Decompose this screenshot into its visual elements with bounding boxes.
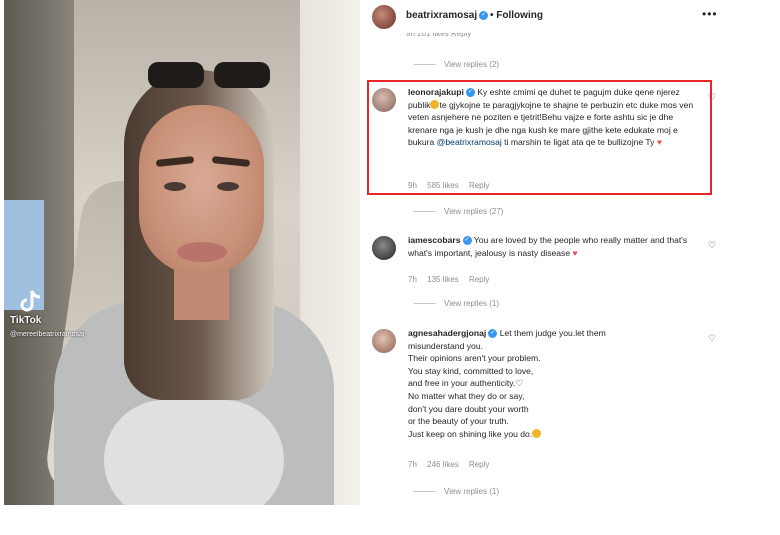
avatar[interactable] [372,5,396,29]
tiktok-icon [20,290,41,312]
comment-line: You stay kind, committed to love, [408,365,534,376]
more-icon[interactable]: ••• [702,7,718,21]
comment-line: Just keep on shining like you do. [408,428,533,439]
comment-line: or the beauty of your truth. [408,416,509,427]
header-username[interactable]: beatrixramosaj [406,10,477,21]
person-knee [104,400,284,505]
header-username-link[interactable]: beatrixramosaj ✓ [406,10,489,21]
comment-username[interactable]: agnesahadergjonaj [408,328,486,338]
left-eye [164,182,186,191]
reply-button[interactable]: Reply [469,460,489,469]
tiktok-watermark: TikTok [10,315,42,326]
highlight-box [367,80,712,195]
view-replies-button[interactable]: View replies (27) [414,207,503,216]
comment-line: don't you dare doubt your worth [408,403,529,414]
like-heart-icon[interactable]: ♡ [708,240,716,251]
verified-icon: ✓ [479,10,489,20]
person-lips [177,242,227,262]
avatar[interactable] [372,236,396,260]
comment-meta: 7h 135 likes Reply [408,275,497,284]
view-replies-button[interactable]: View replies (1) [414,487,499,496]
comment-line: No matter what they do or say, [408,390,525,401]
comment-line: Their opinions aren't your problem. [408,353,541,364]
view-replies-button[interactable]: View replies (2) [414,60,499,69]
video-frame[interactable]: TikTok @mereelbeatrixramosaj [4,0,360,505]
white-heart-emoji-icon: ♡ [515,378,524,389]
avatar[interactable] [372,329,396,353]
comments-panel: beatrixramosaj ✓ • Following ••• 9h 201 l… [362,0,727,505]
view-replies-button[interactable]: View replies (1) [414,299,499,308]
comment-text: agnesahadergjonaj ✓ Let them judge you.le… [408,327,698,440]
tiktok-handle: @mereelbeatrixramosaj [10,331,85,338]
comment-line: Let them judge you.let them [499,328,606,338]
comment-line: misunderstand you. [408,340,483,351]
comment-line: and free in your authenticity. [408,378,516,389]
verified-icon: ✓ [462,236,472,246]
comment-time: 7h [408,275,417,284]
clipped-comment-meta: 9h 201 likes Reply [406,33,472,38]
face-emoji-icon [532,428,542,438]
comment-likes[interactable]: 246 likes [427,460,459,469]
right-eye [217,182,239,191]
post-header: beatrixramosaj ✓ • Following ••• [362,0,727,30]
reply-button[interactable]: Reply [469,275,489,284]
comment-text: iamescobars ✓ You are loved by the people… [408,234,698,259]
sunglasses-on-head [144,62,274,90]
comment-likes[interactable]: 135 likes [427,275,459,284]
red-heart-emoji-icon: ♥ [572,247,578,258]
comment-username[interactable]: iamescobars [408,235,461,245]
comment-time: 7h [408,460,417,469]
like-heart-icon[interactable]: ♡ [708,333,716,344]
verified-icon: ✓ [488,329,498,339]
following-button[interactable]: • Following [490,10,543,21]
comment-meta: 7h 246 likes Reply [408,460,497,469]
